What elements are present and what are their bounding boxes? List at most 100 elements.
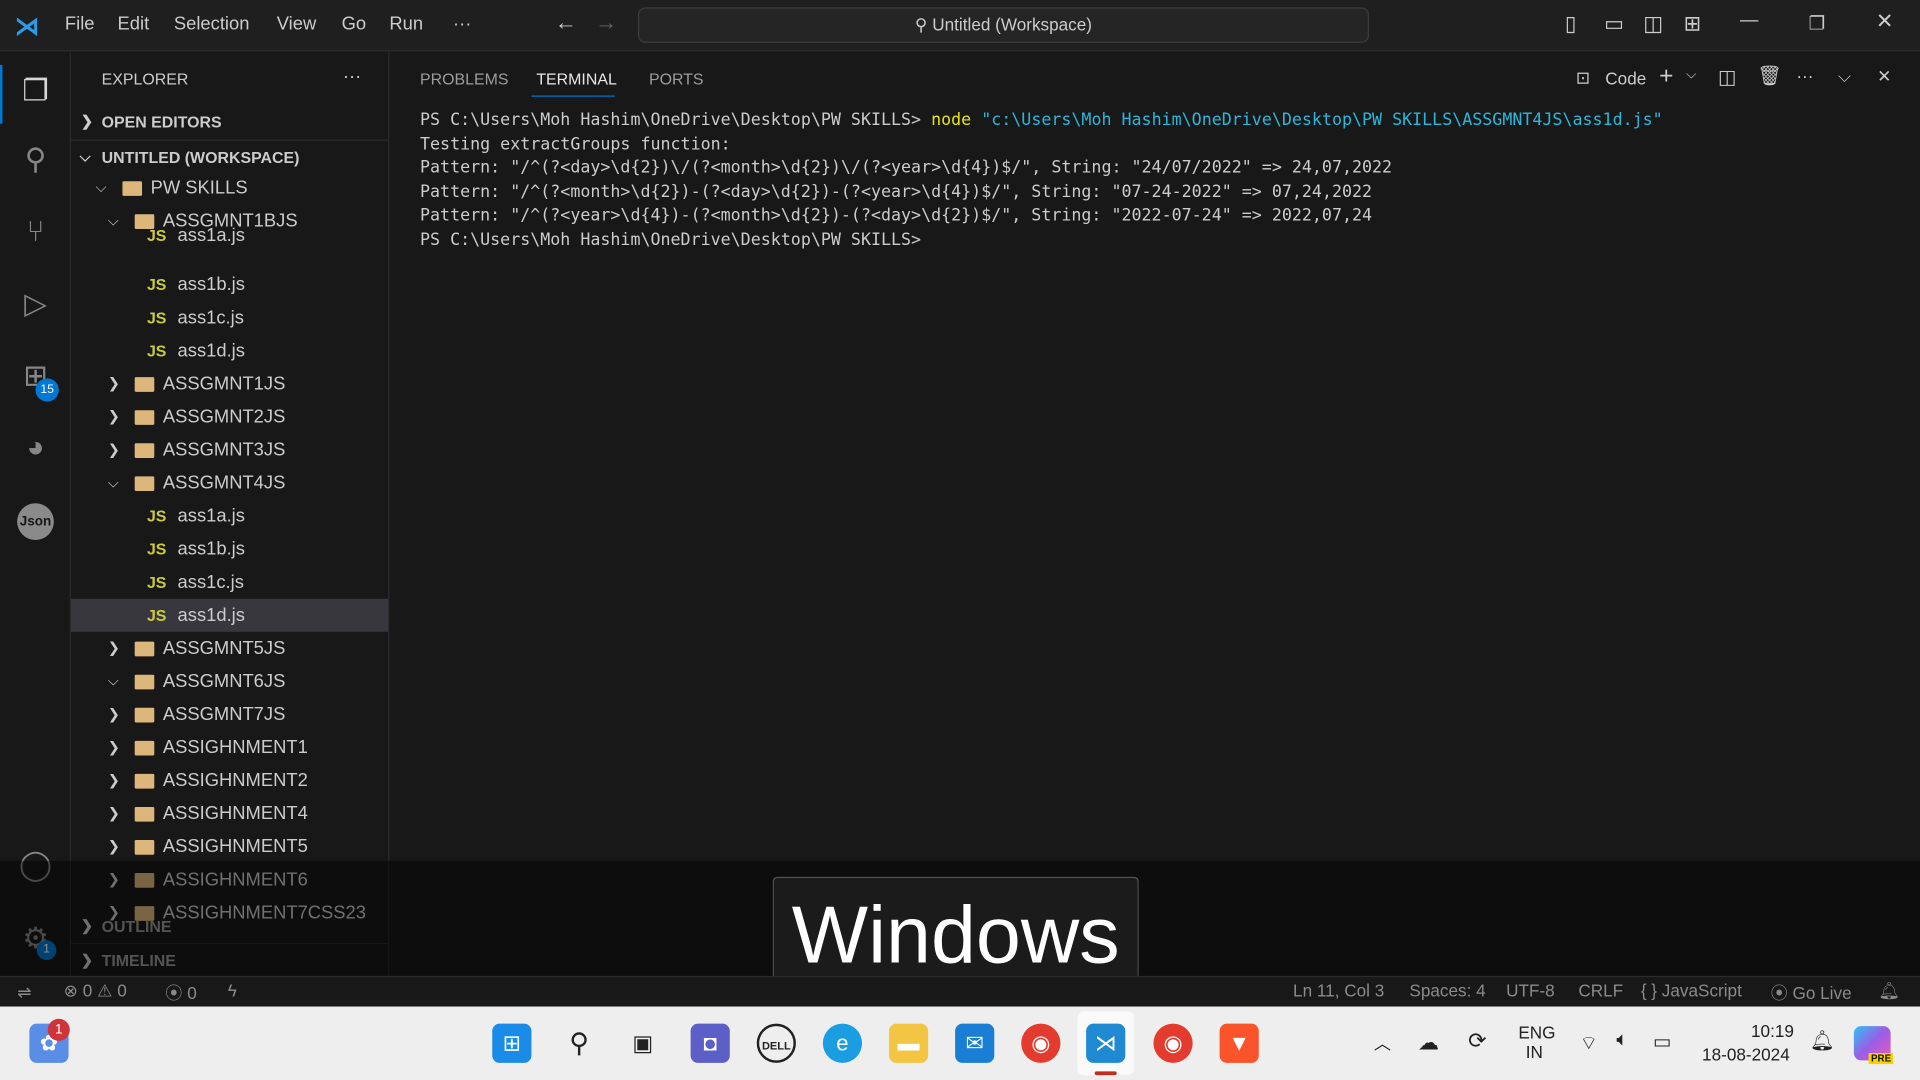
clock-time[interactable]: 10:19 — [1751, 1021, 1794, 1041]
maximize-panel-chevron-icon[interactable]: ⌵ — [1838, 66, 1851, 87]
menu-run[interactable]: Run — [389, 13, 423, 34]
do-not-disturb-bell-icon[interactable]: 🔔︎ — [1810, 1029, 1835, 1053]
folder-item[interactable]: ❯ ASSGMNT1JS — [71, 367, 388, 400]
file-item[interactable]: JS ass1c.js — [71, 301, 388, 334]
explorer-more-button[interactable]: ··· — [343, 66, 361, 87]
start-windows-icon[interactable]: ⊞ — [492, 1023, 532, 1063]
minimize-icon[interactable]: — — [1740, 10, 1758, 31]
trash-icon[interactable]: 🗑 — [1757, 64, 1782, 88]
command-center-search[interactable]: ⚲ Untitled (Workspace) — [637, 7, 1369, 43]
teams-chat-icon[interactable]: ◘ — [690, 1023, 730, 1063]
problems-status[interactable]: ⊗ 0 ⚠ 0 — [64, 981, 127, 1002]
json-icon[interactable]: Json — [17, 503, 54, 541]
terminal-name[interactable]: Code — [1605, 69, 1646, 89]
tab-ports[interactable]: PORTS — [649, 70, 704, 88]
region-code: IN — [1525, 1042, 1543, 1062]
file-item[interactable]: JS ass1b.js — [71, 533, 388, 566]
customize-layout-icon[interactable]: ⊞ — [1684, 12, 1701, 36]
remote-icon[interactable]: ⇌ — [0, 977, 49, 1006]
file-item[interactable]: JS ass1c.js — [71, 566, 388, 599]
file-item[interactable]: JS ass1d.js — [71, 598, 389, 632]
volume-icon[interactable]: 🔈︎ — [1616, 1030, 1628, 1052]
run-debug-icon[interactable]: ▷ — [0, 280, 71, 329]
menu-more[interactable]: ··· — [453, 13, 471, 34]
battery-icon[interactable]: ▭ — [1653, 1030, 1672, 1054]
go-live-button[interactable]: ⦿ Go Live — [1771, 981, 1852, 1005]
chrome-icon[interactable]: ◉ — [1021, 1023, 1061, 1063]
toggle-panel-icon[interactable]: ▭ — [1604, 12, 1624, 36]
search-icon[interactable]: ⚲ — [0, 136, 71, 185]
menu-file[interactable]: File — [65, 13, 95, 34]
folder-icon — [134, 840, 155, 855]
status-bar: ⇌ ⊗ 0 ⚠ 0 ⦿ 0 ϟ Ln 11, Col 3 Spaces: 4 U… — [0, 975, 1920, 1007]
vscode-logo-icon: ⋊ — [14, 13, 40, 41]
indentation[interactable]: Spaces: 4 — [1409, 981, 1485, 1001]
notifications-bell-icon[interactable]: 🔔︎ — [1878, 981, 1900, 1002]
ports-status[interactable]: ⦿ 0 — [165, 981, 196, 1005]
folder-item[interactable]: ⌵ PW SKILLS — [71, 171, 388, 204]
close-panel-icon[interactable]: ✕ — [1877, 66, 1891, 87]
folder-item[interactable]: ⌵ ASSGMNT4JS — [71, 467, 388, 500]
folder-item[interactable]: ❯ ASSIGHNMENT1 — [71, 731, 388, 764]
source-control-icon[interactable]: ⑂ — [0, 208, 71, 257]
search-icon[interactable]: ⚲ — [560, 1024, 599, 1063]
warning-count: 0 — [117, 980, 127, 1001]
encoding[interactable]: UTF-8 — [1506, 981, 1555, 1001]
tab-problems[interactable]: PROBLEMS — [420, 70, 508, 88]
folder-item[interactable]: ❯ ASSGMNT5JS — [71, 632, 388, 665]
quokka-icon[interactable]: ◕ — [0, 424, 71, 473]
explorer-icon[interactable]: ❐ — [0, 67, 71, 116]
language-mode[interactable]: { } JavaScript — [1641, 981, 1742, 1001]
language-indicator[interactable]: ENG IN — [1518, 1022, 1555, 1061]
back-arrow-icon[interactable]: ← — [555, 10, 577, 36]
clock-date[interactable]: 18-08-2024 — [1702, 1044, 1790, 1064]
edge-icon[interactable]: e — [822, 1023, 863, 1063]
toggle-secondary-sidebar-icon[interactable]: ◫ — [1643, 12, 1663, 36]
forward-arrow-icon[interactable]: → — [595, 10, 617, 36]
more-actions-icon[interactable]: ··· — [1796, 66, 1813, 86]
tab-terminal[interactable]: TERMINAL — [536, 70, 616, 88]
folder-item[interactable]: ❯ ASSIGHNMENT4 — [71, 797, 388, 830]
file-item[interactable]: JS ass1d.js — [71, 334, 388, 367]
terminal-output[interactable]: PS C:\Users\Moh Hashim\OneDrive\Desktop\… — [420, 109, 1663, 253]
menu-go[interactable]: Go — [342, 13, 367, 34]
menu-edit[interactable]: Edit — [118, 13, 150, 34]
workspace-section[interactable]: ⌵ UNTITLED (WORKSPACE) — [71, 139, 389, 173]
file-item[interactable]: JS ass1a.js — [71, 228, 388, 252]
folder-item[interactable]: ⌵ ASSGMNT6JS — [71, 665, 388, 698]
open-editors-section[interactable]: ❯ OPEN EDITORS — [71, 105, 388, 138]
wifi-icon[interactable]: ⌔ — [1580, 1031, 1598, 1055]
close-window-icon[interactable]: ✕ — [1876, 10, 1893, 34]
split-terminal-icon[interactable]: ◫ — [1718, 65, 1737, 89]
chevron-down-icon[interactable]: ⌵ — [1686, 67, 1696, 83]
brave-icon[interactable]: ▼ — [1219, 1023, 1259, 1063]
folder-item[interactable]: ❯ ASSIGHNMENT5 — [71, 830, 388, 863]
toggle-sidebar-icon[interactable]: ▯ — [1565, 12, 1576, 36]
menu-view[interactable]: View — [277, 13, 316, 34]
restore-icon[interactable]: ❐ — [1809, 12, 1825, 34]
sync-icon[interactable]: ⟳ — [1468, 1029, 1486, 1055]
task-view-icon[interactable]: ▣ — [623, 1024, 662, 1063]
cursor-position[interactable]: Ln 11, Col 3 — [1293, 981, 1384, 1001]
folder-item[interactable]: ❯ ASSIGHNMENT2 — [71, 764, 388, 797]
onedrive-icon[interactable]: ☁ — [1418, 1031, 1439, 1055]
mail-icon[interactable]: ✉ — [955, 1023, 995, 1063]
chrome-profile-icon[interactable]: ◉ — [1153, 1023, 1193, 1063]
show-hidden-icons-chevron[interactable]: ︿ — [1374, 1031, 1391, 1055]
file-explorer-icon[interactable]: ▬ — [888, 1023, 929, 1063]
folder-item[interactable]: ❯ ASSGMNT3JS — [71, 433, 388, 466]
lightning-icon[interactable]: ϟ — [228, 981, 237, 1001]
chevron-right-icon: ❯ — [107, 705, 121, 723]
new-terminal-icon[interactable]: + — [1659, 62, 1673, 90]
dell-icon[interactable]: DELL — [756, 1023, 796, 1063]
menu-selection[interactable]: Selection — [174, 13, 250, 34]
file-item[interactable]: JS ass1a.js — [71, 500, 388, 533]
folder-item[interactable]: ❯ ASSGMNT2JS — [71, 400, 388, 433]
file-item[interactable]: JS ass1b.js — [71, 268, 388, 301]
vscode-taskbar-icon[interactable]: ⋊ — [1086, 1023, 1126, 1063]
folder-icon — [134, 377, 155, 392]
chevron-down-icon: ⌵ — [95, 178, 107, 196]
folder-item[interactable]: ❯ ASSGMNT7JS — [71, 698, 388, 731]
line-ending[interactable]: CRLF — [1578, 981, 1623, 1001]
folder-icon — [134, 707, 155, 723]
